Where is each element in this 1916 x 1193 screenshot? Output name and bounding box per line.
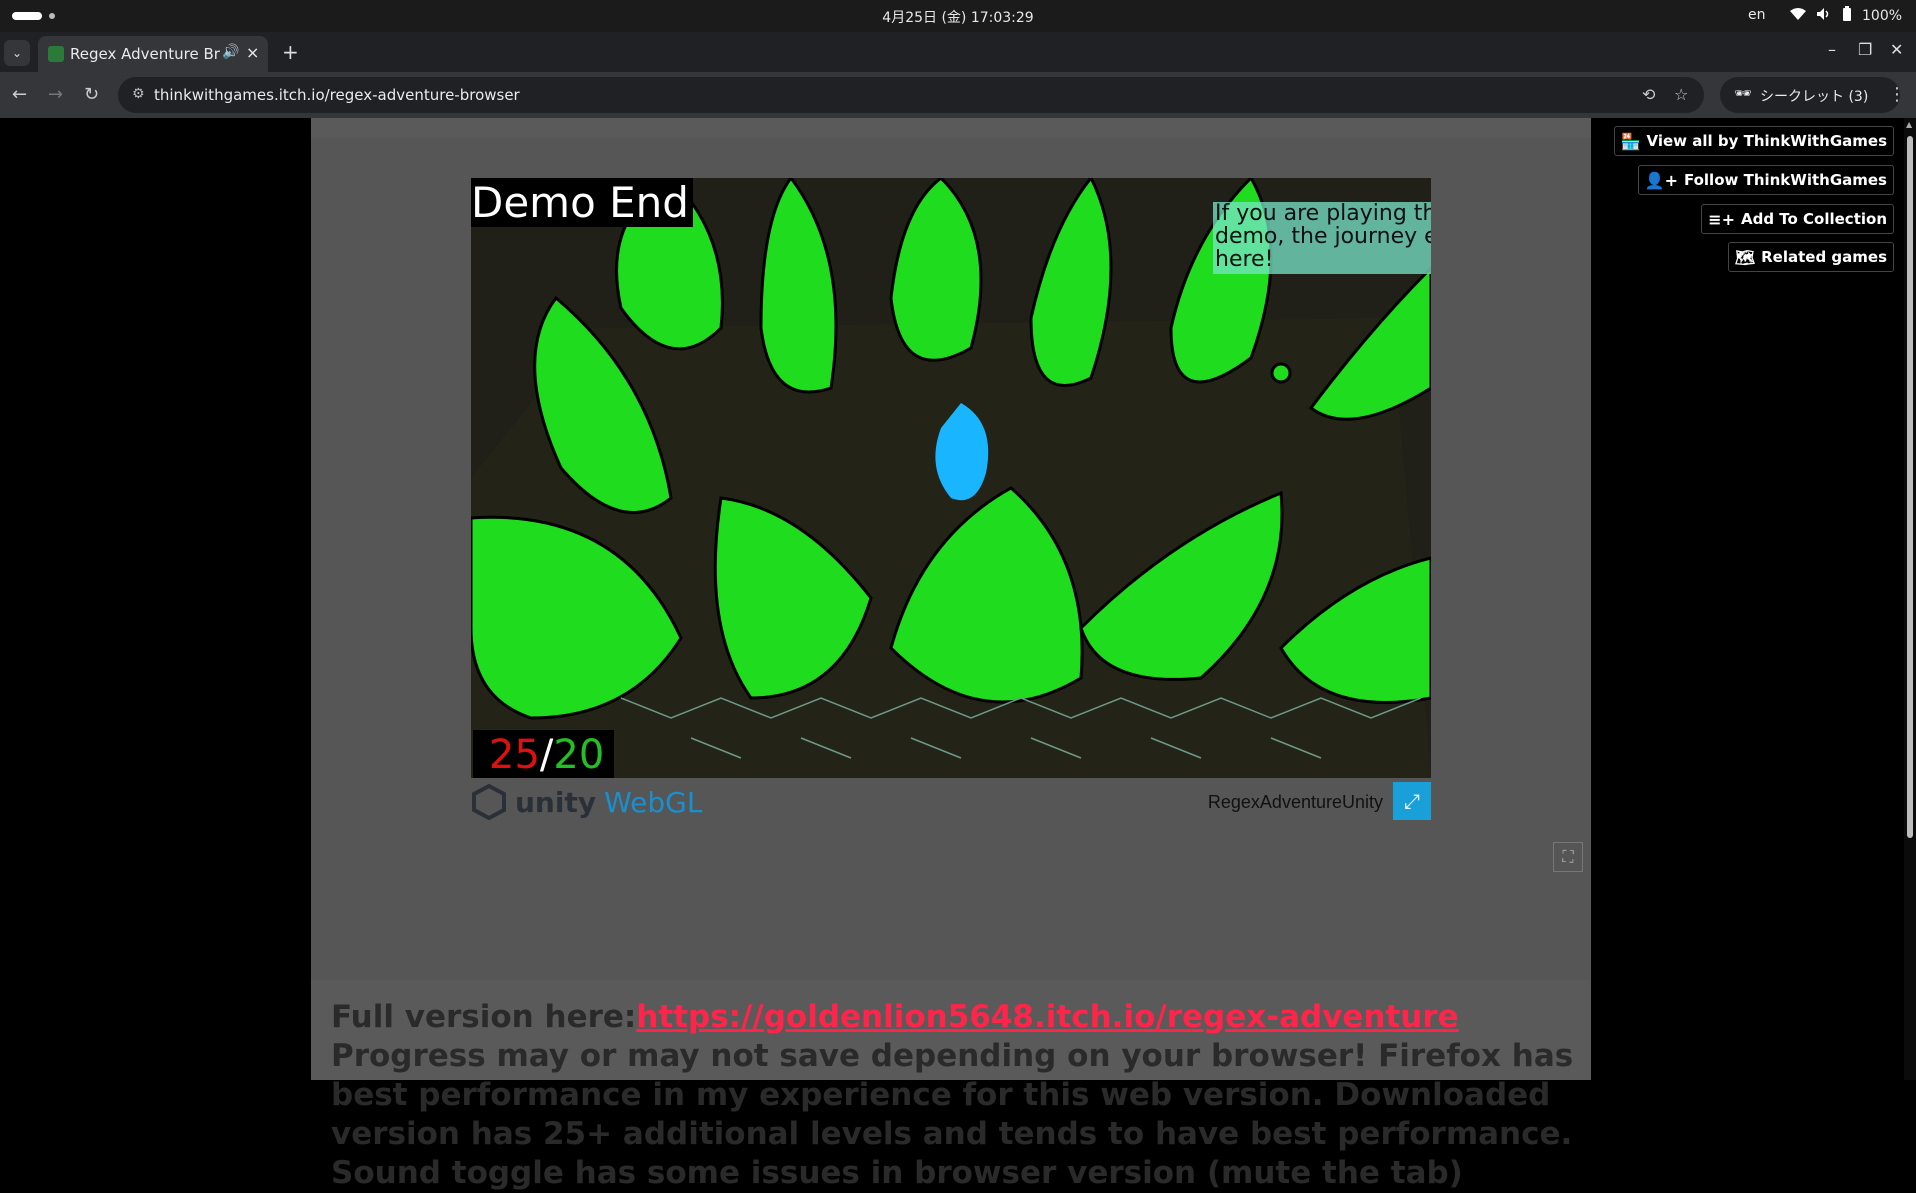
unity-wordmark: unity: [515, 785, 597, 819]
build-name: RegexAdventureUnity: [1207, 792, 1383, 812]
tab-strip: ⌄ Regex Adventure Browser 🔊 × + – ❐ ✕: [0, 32, 1916, 72]
scroll-up-icon[interactable]: ▲: [1906, 120, 1912, 129]
playlist-add-icon: ≡+: [1708, 209, 1735, 229]
system-clock[interactable]: 4月25日 (金) 17:03:29: [0, 7, 1916, 27]
description-body: Progress may or may not save depending o…: [331, 1038, 1574, 1191]
unity-cube-icon: [472, 784, 506, 820]
browser-toolbar: ← → ↻ ⚙ thinkwithgames.itch.io/regex-adv…: [0, 72, 1916, 118]
level-counter: 25/20: [473, 730, 615, 778]
active-tab[interactable]: Regex Adventure Browser 🔊 ×: [38, 36, 268, 72]
star-icon[interactable]: ☆: [1674, 85, 1688, 104]
url-text[interactable]: thinkwithgames.itch.io/regex-adventure-b…: [154, 86, 520, 104]
add-to-collection-button[interactable]: ≡+ Add To Collection: [1701, 204, 1894, 234]
incognito-label: シークレット (3): [1760, 89, 1869, 105]
level-current: 25: [489, 732, 540, 778]
level-separator: /: [539, 732, 554, 778]
demo-hint-text: If you are playing the f demo, the journ…: [1213, 202, 1431, 274]
fullscreen-icon[interactable]: ⤢: [1393, 782, 1431, 820]
webgl-wordmark: WebGL: [604, 785, 703, 819]
game-description: Full version here:https://goldenlion5648…: [331, 998, 1581, 1193]
site-info-icon[interactable]: ⚙: [132, 86, 145, 102]
level-total: 20: [553, 732, 605, 778]
input-language[interactable]: en: [1748, 7, 1766, 23]
map-icon: 🗺: [1734, 247, 1756, 267]
system-tray[interactable]: 100%: [1790, 6, 1902, 26]
new-tab-button[interactable]: +: [282, 40, 299, 64]
view-all-button[interactable]: 🏪 View all by ThinkWithGames: [1613, 126, 1894, 156]
unity-logo: unity WebGL: [471, 782, 702, 822]
reload-icon[interactable]: ↻: [84, 84, 99, 105]
audio-playing-icon[interactable]: 🔊: [222, 44, 239, 60]
itch-favicon: [48, 46, 64, 62]
system-top-bar: 4月25日 (金) 17:03:29 en 100%: [0, 0, 1916, 32]
tab-title: Regex Adventure Browser: [70, 45, 220, 63]
store-icon: 🏪: [1620, 131, 1641, 151]
follow-button[interactable]: 👤+ Follow ThinkWithGames: [1637, 165, 1894, 195]
volume-icon: [1816, 7, 1832, 25]
game-embed: Demo End If you are playing the f demo, …: [311, 138, 1591, 980]
menu-icon[interactable]: ⋮: [1888, 84, 1906, 105]
battery-icon: [1842, 6, 1852, 26]
game-page-column: Demo End If you are playing the f demo, …: [311, 118, 1591, 1191]
full-version-link[interactable]: https://goldenlion5648.itch.io/regex-adv…: [636, 999, 1458, 1035]
page-scrollbar[interactable]: ▲: [1904, 118, 1916, 1080]
demo-end-title: Demo End: [471, 178, 693, 227]
restore-icon[interactable]: ❐: [1858, 40, 1872, 59]
game-canvas[interactable]: Demo End If you are playing the f demo, …: [471, 178, 1431, 778]
battery-percent: 100%: [1862, 8, 1903, 24]
related-label: Related games: [1761, 248, 1887, 266]
unity-footer: unity WebGL RegexAdventureUnity ⤢: [471, 782, 1431, 822]
tab-close-icon[interactable]: ×: [246, 43, 259, 62]
add-collection-label: Add To Collection: [1740, 210, 1887, 228]
wifi-icon: [1790, 7, 1806, 25]
back-icon[interactable]: ←: [12, 84, 27, 105]
scroll-thumb[interactable]: [1907, 136, 1913, 838]
incognito-indicator[interactable]: 🕶 シークレット (3): [1720, 77, 1900, 113]
follow-label: Follow ThinkWithGames: [1683, 171, 1887, 189]
incognito-icon: 🕶: [1734, 86, 1752, 102]
related-games-button[interactable]: 🗺 Related games: [1727, 242, 1894, 272]
address-bar[interactable]: ⚙ thinkwithgames.itch.io/regex-adventure…: [118, 77, 1704, 113]
add-user-icon: 👤+: [1644, 170, 1678, 190]
minimize-icon[interactable]: –: [1828, 40, 1836, 59]
forward-icon[interactable]: →: [48, 84, 63, 105]
expand-embed-icon[interactable]: ⛶: [1553, 842, 1583, 872]
view-all-label: View all by ThinkWithGames: [1646, 132, 1887, 150]
description-lead: Full version here:: [331, 999, 637, 1035]
tab-search-button[interactable]: ⌄: [4, 40, 30, 66]
window-close-icon[interactable]: ✕: [1890, 40, 1903, 59]
translate-icon[interactable]: ⟲: [1642, 85, 1655, 104]
page-viewport: Demo End If you are playing the f demo, …: [0, 118, 1916, 1191]
